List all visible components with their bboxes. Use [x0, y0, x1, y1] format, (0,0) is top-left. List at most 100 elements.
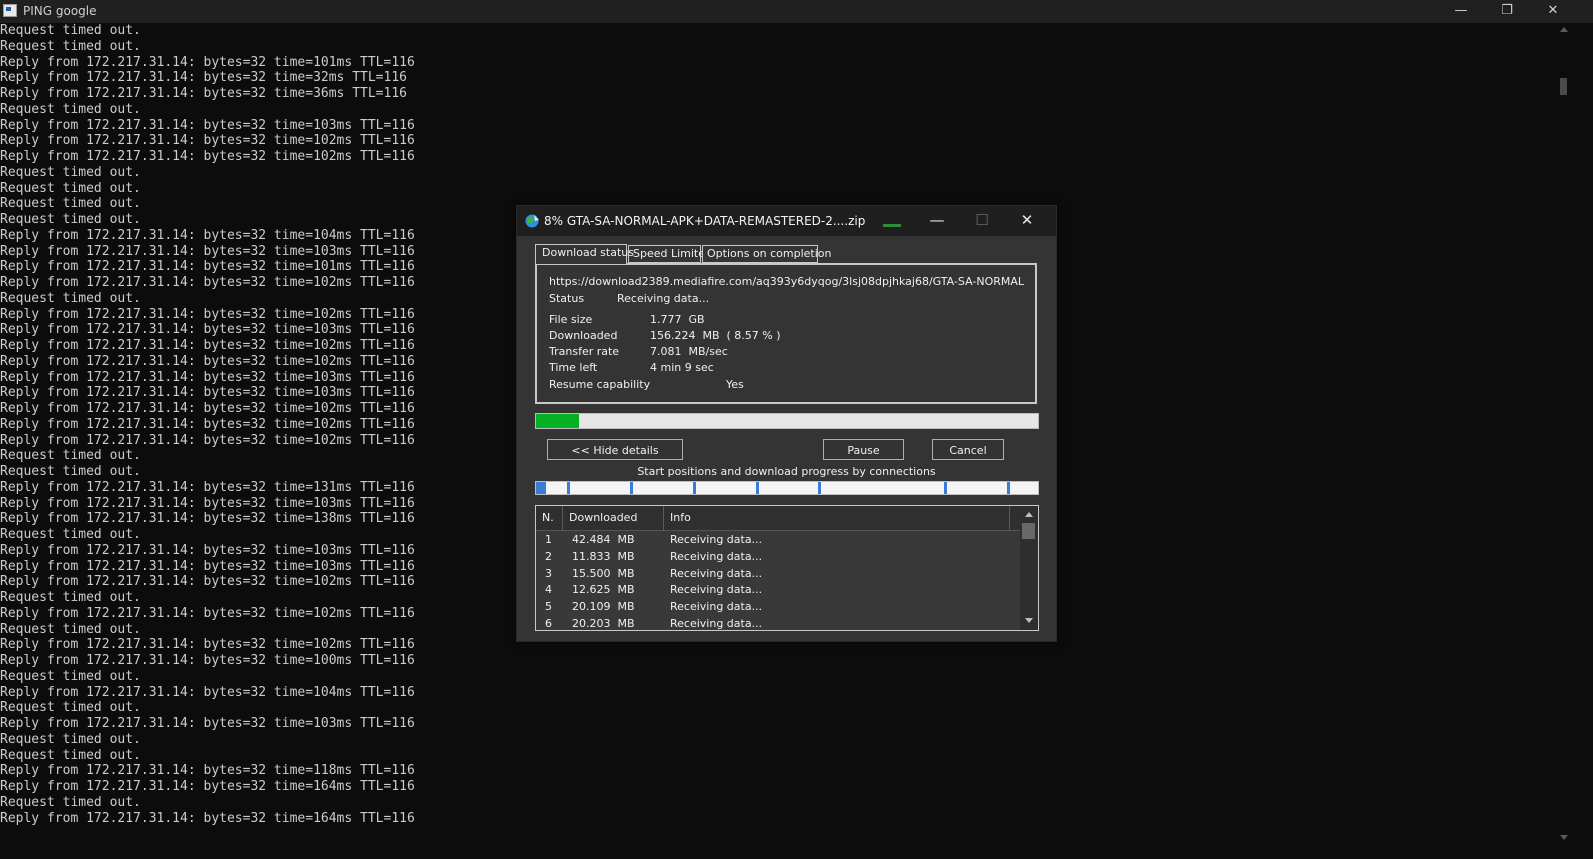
connection-start-marker	[567, 482, 571, 494]
connection-info: Receiving data...	[670, 617, 763, 630]
console-line: Request timed out.	[0, 794, 141, 810]
console-scrollbar[interactable]	[1559, 23, 1568, 859]
connection-downloaded: 11.833 MB	[572, 549, 635, 563]
dialog-title: 8% GTA-SA-NORMAL-APK+DATA-REMASTERED-2..…	[544, 214, 866, 228]
console-line: Reply from 172.217.31.14: bytes=32 time=…	[0, 810, 415, 826]
console-titlebar: PING google — ❐ ✕	[0, 0, 1593, 23]
console-scrollbar-thumb[interactable]	[1560, 78, 1567, 95]
dialog-maximize-button: ☐	[975, 211, 989, 229]
console-line: Reply from 172.217.31.14: bytes=32 time=…	[0, 117, 415, 133]
console-line: Request timed out.	[0, 164, 141, 180]
connections-progress-bar	[535, 481, 1039, 495]
connection-info: Receiving data...	[670, 533, 763, 546]
console-maximize-button[interactable]: ❐	[1484, 0, 1530, 23]
console-line: Request timed out.	[0, 38, 141, 54]
console-line: Reply from 172.217.31.14: bytes=32 time=…	[0, 653, 415, 668]
time-left-label: Time left	[549, 361, 598, 374]
connection-number: 5	[545, 600, 552, 614]
console-line: Reply from 172.217.31.14: bytes=32 time=…	[0, 149, 415, 164]
column-header-downloaded[interactable]: Downloaded	[563, 506, 664, 530]
table-scroll-down-icon[interactable]	[1025, 618, 1033, 623]
connection-number: 4	[545, 583, 552, 597]
connection-number: 1	[545, 533, 552, 546]
status-label: Status	[549, 292, 585, 305]
scroll-up-arrow-icon[interactable]	[1560, 27, 1568, 32]
connection-number: 6	[545, 617, 552, 630]
download-dialog: 8% GTA-SA-NORMAL-APK+DATA-REMASTERED-2..…	[516, 205, 1057, 642]
column-header-n[interactable]: N.	[536, 506, 563, 530]
download-url: https://download2389.mediafire.com/aq393…	[549, 275, 1024, 288]
console-line: Request timed out.	[0, 700, 141, 716]
downloaded-value: 156.224 MB ( 8.57 % )	[650, 329, 781, 342]
console-close-button[interactable]: ✕	[1530, 0, 1576, 23]
transfer-rate-value: 7.081 MB/sec	[650, 345, 728, 358]
table-scroll-up-icon[interactable]	[1025, 512, 1033, 517]
column-header-info[interactable]: Info	[664, 506, 1010, 530]
table-row[interactable]: 3 15.500 MB Receiving data...	[536, 565, 1020, 582]
connection-start-marker	[755, 482, 759, 494]
resume-capability-value: Yes	[726, 378, 744, 391]
dialog-minimize-button[interactable]: —	[915, 206, 959, 236]
console-minimize-button[interactable]: —	[1438, 0, 1484, 23]
console-line: Reply from 172.217.31.14: bytes=32 time=…	[0, 54, 415, 70]
cancel-button[interactable]: Cancel	[932, 439, 1004, 460]
connection-start-marker	[692, 482, 696, 494]
connection-start-marker	[536, 482, 546, 494]
dialog-close-button[interactable]: ✕	[1005, 206, 1049, 236]
table-row[interactable]: 1 42.484 MB Receiving data...	[536, 531, 1020, 548]
download-manager-globe-icon	[525, 214, 539, 228]
console-window-title: PING google	[23, 4, 97, 18]
table-scrollbar-thumb[interactable]	[1022, 523, 1035, 539]
table-row[interactable]: 5 20.109 MB Receiving data...	[536, 598, 1020, 615]
connection-downloaded: 15.500 MB	[572, 566, 635, 580]
file-size-value: 1.777 GB	[650, 313, 705, 326]
connection-downloaded: 20.109 MB	[572, 600, 635, 614]
connection-table: N. Downloaded Info 1 42.484 MB Receiving d…	[535, 505, 1039, 631]
connection-downloaded: 42.484 MB	[572, 533, 635, 546]
hide-details-button[interactable]: << Hide details	[547, 439, 683, 460]
connection-number: 3	[545, 566, 552, 580]
connections-caption: Start positions and download progress by…	[637, 465, 936, 478]
dialog-titlebar: 8% GTA-SA-NORMAL-APK+DATA-REMASTERED-2..…	[517, 206, 1056, 236]
console-app-icon	[3, 4, 17, 17]
connection-start-marker	[630, 482, 634, 494]
table-scrollbar[interactable]	[1020, 506, 1038, 630]
table-header: N. Downloaded Info	[536, 506, 1020, 531]
console-line: Reply from 172.217.31.14: bytes=32 time=…	[0, 684, 415, 700]
table-row[interactable]: 6 20.203 MB Receiving data...	[536, 615, 1020, 630]
table-row[interactable]: 2 11.833 MB Receiving data...	[536, 548, 1020, 565]
tab-speed-limiter[interactable]: Speed Limiter	[628, 245, 710, 263]
dialog-grip-icon	[883, 224, 901, 227]
transfer-rate-label: Transfer rate	[549, 345, 620, 358]
console-line: Request timed out.	[0, 101, 141, 117]
console-line: Request timed out.	[0, 747, 141, 763]
connection-info: Receiving data...	[670, 583, 763, 597]
console-line: Request timed out.	[0, 23, 141, 38]
downloaded-label: Downloaded	[549, 329, 618, 342]
scroll-down-arrow-icon[interactable]	[1560, 835, 1568, 840]
console-line: Request timed out.	[0, 180, 141, 196]
connection-info: Receiving data...	[670, 566, 763, 580]
connection-start-marker	[1006, 482, 1010, 494]
pause-button[interactable]: Pause	[823, 439, 904, 460]
connection-downloaded: 12.625 MB	[572, 583, 635, 597]
console-line: Request timed out.	[0, 731, 141, 747]
connection-start-marker	[818, 482, 822, 494]
time-left-value: 4 min 9 sec	[650, 361, 714, 374]
download-progress-bar	[535, 413, 1039, 429]
console-line: Reply from 172.217.31.14: bytes=32 time=…	[0, 779, 415, 794]
resume-capability-label: Resume capability	[549, 378, 651, 391]
file-size-label: File size	[549, 313, 593, 326]
download-status-panel: https://download2389.mediafire.com/aq393…	[535, 263, 1037, 404]
console-line: Reply from 172.217.31.14: bytes=32 time=…	[0, 763, 415, 779]
connection-number: 2	[545, 549, 552, 563]
console-line: Reply from 172.217.31.14: bytes=32 time=…	[0, 133, 415, 149]
table-row[interactable]: 4 12.625 MB Receiving data...	[536, 581, 1020, 598]
status-value: Receiving data...	[617, 292, 710, 305]
console-line: Reply from 172.217.31.14: bytes=32 time=…	[0, 716, 415, 731]
tab-download-status[interactable]: Download status	[535, 244, 634, 264]
connection-info: Receiving data...	[670, 549, 763, 563]
tab-options-on-completion[interactable]: Options on completion	[702, 245, 832, 263]
console-line: Reply from 172.217.31.14: bytes=32 time=…	[0, 70, 407, 86]
console-line: Request timed out.	[0, 668, 141, 684]
